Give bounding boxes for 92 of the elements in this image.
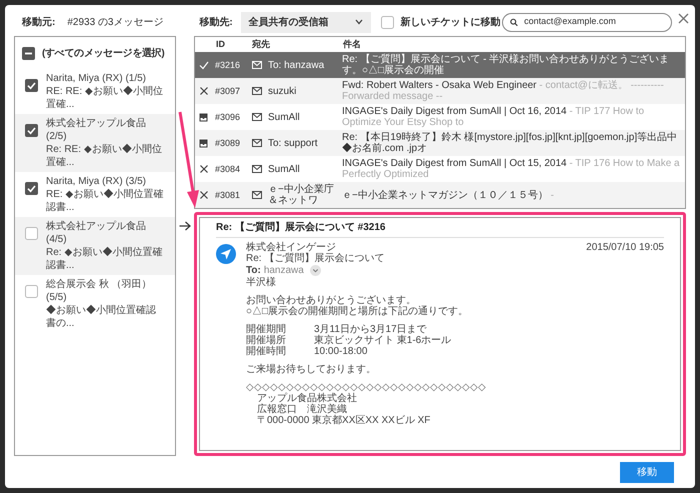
message-sender: 株式会社アップル食品 (2/5)	[46, 117, 147, 143]
inbox-icon	[199, 112, 208, 122]
ticket-id: #3097	[212, 78, 248, 104]
ticket-subject: Re: 【本日19時終了】鈴木 様[mystore.jp][fos.jp][knt.jp][goemon.jp]等出品中 ◆お名前.com .jpオ	[339, 130, 685, 156]
message-subject: RE: ◆お願い◆小間位置確認書...	[46, 188, 164, 214]
ticket-recipient: SumAll	[265, 156, 339, 182]
message-subject: ◆お願い◆小間位置確認書の...	[46, 304, 157, 330]
checkbox[interactable]	[25, 124, 38, 137]
message-date: 2015/07/10 19:05	[586, 242, 664, 253]
destination-label: 移動先:	[199, 16, 233, 30]
message-sender: Narita, Miya (RX) (1/5)	[46, 72, 148, 85]
ticket-subject: Re: 【ご質問】展示会について - 半沢様お問い合わせありがとうございます。○△□展示会の開催	[339, 52, 685, 78]
detail-value: 東京ビックサイト 東1-6ホール	[314, 335, 452, 346]
signature-text: 〒000-0000 東京都XX区XX XXビル XF	[256, 415, 432, 426]
body-text: 半沢様	[246, 277, 277, 288]
search-icon	[510, 18, 518, 26]
chevron-down-icon[interactable]	[310, 265, 321, 276]
search-field[interactable]: contact@example.com	[502, 12, 672, 32]
check-icon	[198, 60, 208, 70]
checkbox[interactable]	[25, 227, 38, 240]
checkbox[interactable]	[25, 182, 38, 195]
detail-value: 10:00-18:00	[314, 346, 368, 357]
source-value: #2933 の3メッセージ	[67, 16, 164, 30]
envelope-icon	[252, 113, 262, 121]
select-all-label: (すべてのメッセージを選択)	[42, 46, 164, 60]
source-label: 移動元:	[22, 16, 56, 30]
ticket-row[interactable]: #3084 SumAll INGAGE's Daily Digest from SumAll | Oct 15, 2014 - TIP 176 How to Make a Perfectly Optimized	[195, 156, 685, 182]
ticket-recipient: ｅ−中小企業庁＆ネットワ	[265, 182, 339, 208]
ticket-row[interactable]: #3097 suzuki Fwd: Robert Walters - Osaka Web Engineer - contact@に転送。 ---------- Forwarded message --	[195, 78, 685, 104]
ticket-subject: INGAGE's Daily Digest from SumAll | Oct 16, 2014 - TIP 177 How to Optimize Your Etsy Shop to	[339, 104, 685, 130]
ticket-id: #3089	[212, 130, 248, 156]
search-input[interactable]: contact@example.com	[524, 15, 664, 29]
ticket-row[interactable]: #3096 SumAll INGAGE's Daily Digest from SumAll | Oct 16, 2014 - TIP 177 How to Optimize Your Etsy Shop to	[195, 104, 685, 130]
chevron-down-icon	[354, 19, 363, 25]
checkbox-label: 新しいチケットに移動	[400, 15, 501, 30]
ticket-recipient: suzuki	[265, 78, 339, 104]
body-text: ご来場お待ちしております。	[246, 364, 377, 375]
message-subject: Re: ◆お願い◆小間位置確認書...	[46, 246, 164, 272]
ticket-subject: ｅ−中小企業ネットマガジン（１０／１５号） -	[339, 182, 685, 208]
checkbox[interactable]	[25, 79, 38, 92]
ticket-recipient: SumAll	[265, 104, 339, 130]
detail-label: 開催期間	[246, 324, 287, 335]
message-item[interactable]: 株式会社アップル食品 (4/5) Re: ◆お願い◆小間位置確認書...	[15, 217, 175, 275]
message-sender: Narita, Miya (RX) (3/5)	[46, 175, 148, 188]
message-item[interactable]: 株式会社アップル食品 (2/5) Re: RE: ◆お願い◆小間位置確...	[15, 114, 175, 172]
envelope-icon	[252, 165, 262, 173]
ticket-subject: Fwd: Robert Walters - Osaka Web Engineer - contact@に転送。 ---------- Forwarded message --	[339, 78, 685, 104]
detail-value: 3月11日から3月17日まで	[314, 324, 427, 335]
detail-label: 開催時間	[246, 346, 287, 357]
preview-title: Re: 【ご質問】展示会について #3216	[216, 222, 664, 238]
checkbox[interactable]	[22, 46, 35, 60]
message-subject: Re: 【ご質問】展示会について	[246, 253, 386, 264]
ticket-subject: INGAGE's Daily Digest from SumAll | Oct 15, 2014 - TIP 176 How to Make a Perfectly Optimized	[339, 156, 685, 182]
ticket-row[interactable]: #3216 To: hanzawa Re: 【ご質問】展示会について - 半沢様お問い合わせありがとうございます。○△□展示会の開催	[195, 52, 685, 78]
message-subject: Re: RE: ◆お願い◆小間位置確...	[46, 143, 163, 169]
ticket-id: #3081	[212, 182, 248, 208]
recipient-label: To:	[246, 265, 261, 276]
move-button[interactable]: 移動	[620, 462, 674, 482]
column-header: 件名	[339, 37, 685, 52]
body-text: お問い合わせありがとうございます。	[246, 295, 417, 306]
paper-plane-icon	[216, 244, 236, 264]
ticket-id: #3216	[212, 52, 248, 78]
column-header: ID	[212, 37, 248, 52]
envelope-icon	[252, 191, 262, 199]
message-sender: 株式会社アップル食品 (4/5)	[46, 220, 147, 246]
column-header: 宛先	[248, 37, 339, 52]
sender-name: 株式会社インゲージ	[246, 242, 336, 253]
detail-label: 開催場所	[246, 335, 287, 346]
arrow-right-icon	[179, 221, 191, 231]
signature-divider: ◇◇◇◇◇◇◇◇◇◇◇◇◇◇◇◇◇◇◇◇◇◇◇◇◇◇◇◇◇◇	[246, 382, 487, 393]
signature-text: 広報窓口 滝沢美織	[256, 404, 348, 415]
message-sender: 総合展示会 秋 （羽田） (5/5)	[46, 278, 153, 304]
envelope-icon	[252, 87, 262, 95]
close-icon	[200, 87, 208, 95]
ticket-id: #3096	[212, 104, 248, 130]
checkbox[interactable]	[25, 285, 38, 298]
ticket-id: #3084	[212, 156, 248, 182]
body-text: ○△□展示会の開催期間と場所は下記の通りです。	[246, 306, 470, 317]
ticket-row[interactable]: #3089 To: support Re: 【本日19時終了】鈴木 様[mystore.jp][fos.jp][knt.jp][goemon.jp]等出品中 ◆お名前.com .jpオ	[195, 130, 685, 156]
close-icon[interactable]	[678, 13, 689, 24]
signature-text: アップル食品株式会社	[256, 393, 358, 404]
ticket-recipient: To: support	[265, 130, 339, 156]
message-subject: RE: RE: ◆お願い◆小間位置確...	[46, 85, 164, 111]
inbox-icon	[199, 138, 208, 148]
recipient-name: hanzawa	[264, 265, 304, 276]
close-icon	[200, 191, 208, 199]
close-icon	[200, 165, 208, 173]
ticket-recipient: To: hanzawa	[265, 52, 339, 78]
checkbox[interactable]	[380, 16, 394, 28]
envelope-icon	[252, 61, 262, 69]
envelope-icon	[252, 139, 262, 147]
destination-dropdown[interactable]: 全員共有の受信箱	[240, 12, 371, 32]
